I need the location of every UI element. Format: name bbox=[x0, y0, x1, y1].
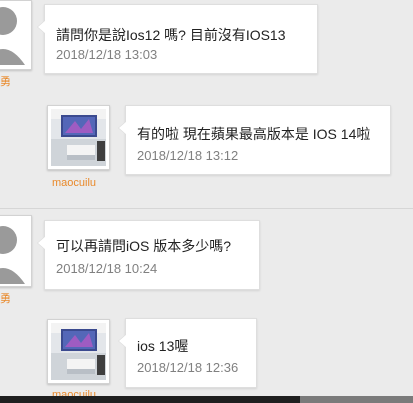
username[interactable]: 勇 bbox=[0, 290, 11, 306]
comment-text: 可以再請問iOS 版本多少嗎? bbox=[56, 238, 232, 254]
comment-bubble: 可以再請問iOS 版本多少嗎? 2018/12/18 10:24 bbox=[37, 220, 260, 290]
room-photo-icon bbox=[51, 109, 106, 166]
comment-timestamp: 2018/12/18 13:12 bbox=[137, 148, 239, 163]
thread-divider bbox=[0, 208, 413, 209]
comment-timestamp: 2018/12/18 10:24 bbox=[56, 261, 158, 276]
horizontal-scrollbar-thumb[interactable] bbox=[300, 396, 413, 403]
comment-bubble: 請問你是說Ios12 嗎? 目前沒有IOS13 2018/12/18 13:03 bbox=[37, 4, 318, 74]
comment-bubble: 有的啦 現在蘋果最高版本是 IOS 14啦 2018/12/18 13:12 bbox=[118, 105, 391, 175]
comment-timestamp: 2018/12/18 12:36 bbox=[137, 360, 239, 375]
default-user-icon bbox=[0, 1, 31, 69]
room-photo-icon bbox=[51, 323, 106, 380]
room-photo-image bbox=[51, 323, 106, 380]
username[interactable]: maocuilu bbox=[52, 177, 96, 189]
comment-timestamp: 2018/12/18 13:03 bbox=[56, 47, 158, 62]
comment-text: ios 13喔 bbox=[137, 338, 189, 354]
avatar-default-user[interactable] bbox=[0, 0, 32, 70]
room-photo-image bbox=[51, 109, 106, 166]
default-user-icon bbox=[0, 216, 31, 286]
comment-text: 請問你是說Ios12 嗎? 目前沒有IOS13 bbox=[56, 27, 286, 43]
comment-bubble: ios 13喔 2018/12/18 12:36 bbox=[118, 318, 257, 388]
avatar-maocuilu[interactable] bbox=[47, 105, 110, 170]
username[interactable]: 勇 bbox=[0, 73, 11, 89]
comment-text: 有的啦 現在蘋果最高版本是 IOS 14啦 bbox=[137, 126, 371, 142]
avatar-default-user[interactable] bbox=[0, 215, 32, 287]
avatar-maocuilu[interactable] bbox=[47, 319, 110, 384]
